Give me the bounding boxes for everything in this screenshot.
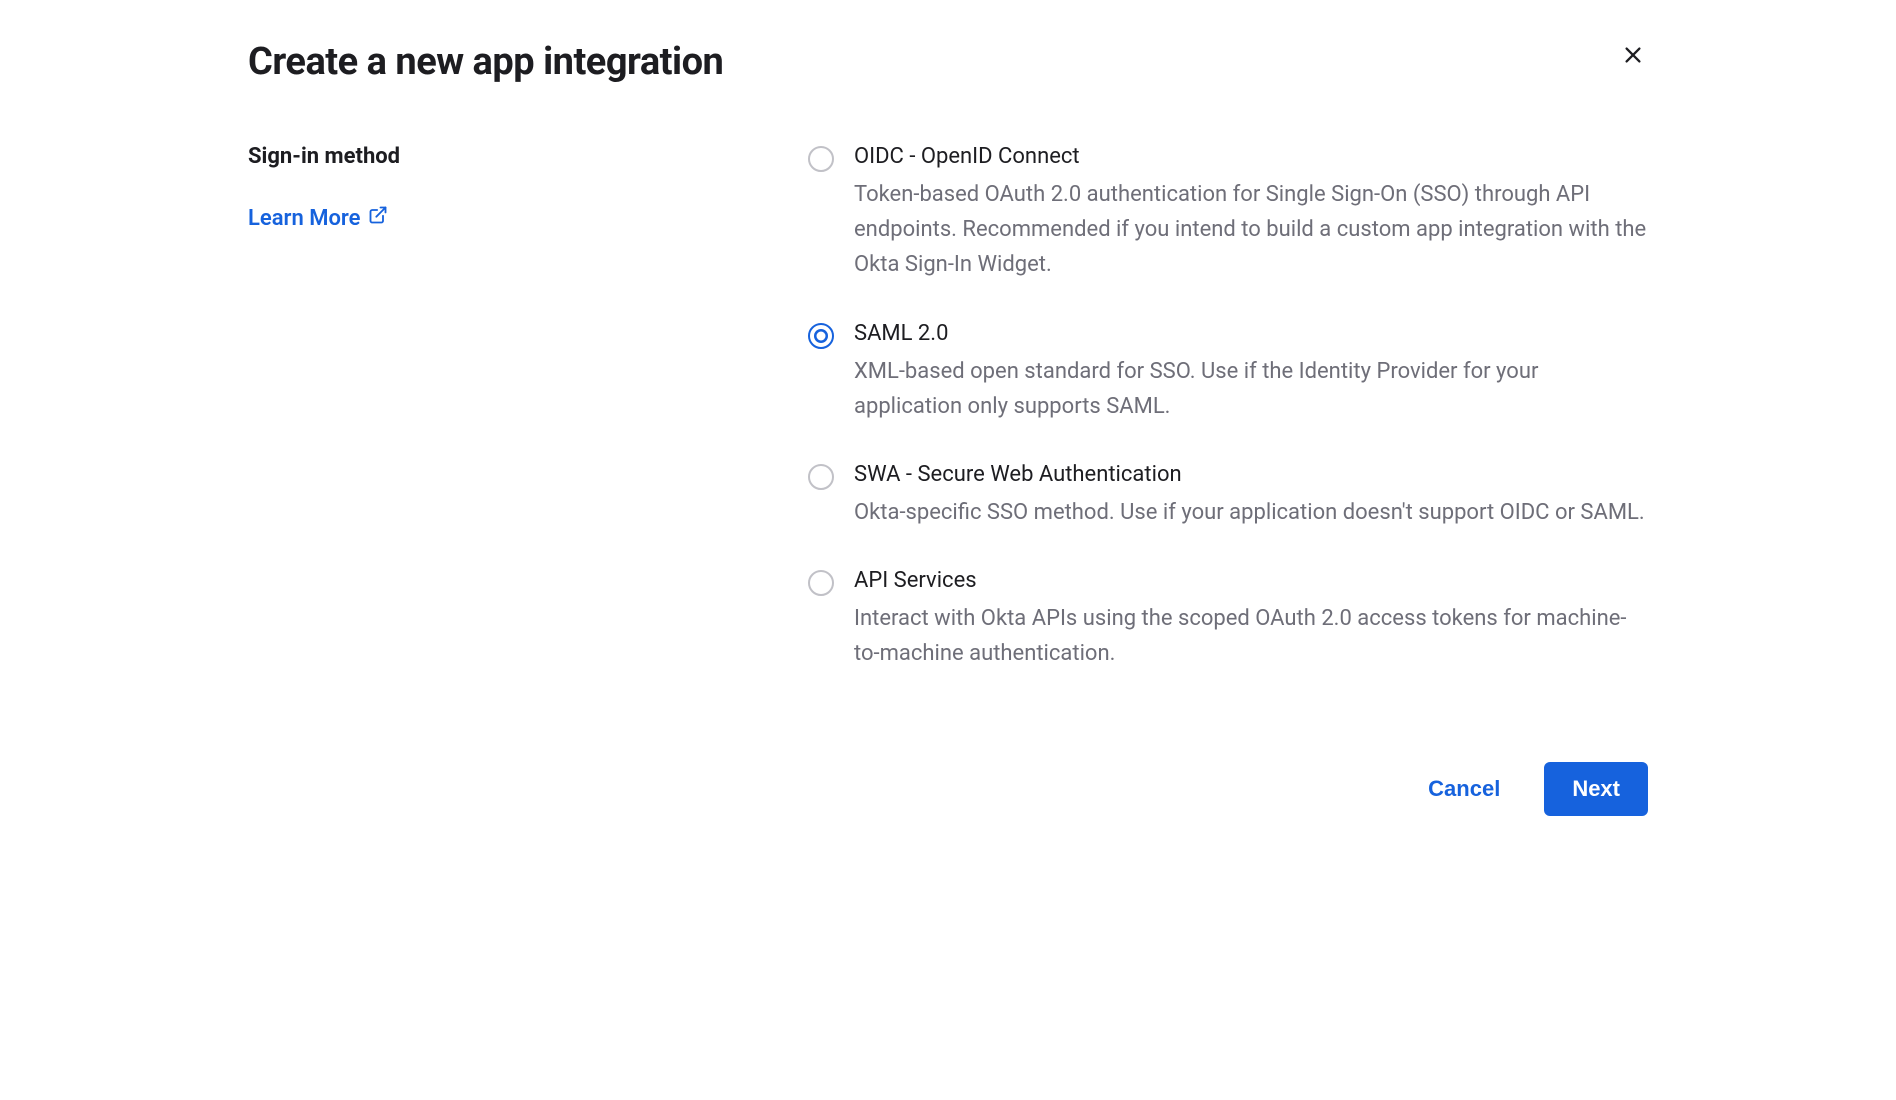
create-app-integration-dialog: Create a new app integration Sign-in met… (248, 40, 1648, 816)
radio-title: SAML 2.0 (854, 321, 1648, 346)
radio-text: OIDC - OpenID Connect Token-based OAuth … (854, 144, 1648, 283)
dialog-title: Create a new app integration (248, 40, 1648, 84)
left-column: Sign-in method Learn More (248, 144, 808, 672)
radio-option-saml[interactable]: SAML 2.0 XML-based open standard for SSO… (808, 321, 1648, 424)
cancel-button[interactable]: Cancel (1420, 764, 1508, 814)
section-label: Sign-in method (248, 144, 768, 169)
radio-option-oidc[interactable]: OIDC - OpenID Connect Token-based OAuth … (808, 144, 1648, 283)
radio-text: API Services Interact with Okta APIs usi… (854, 568, 1648, 671)
radio-title: API Services (854, 568, 1648, 593)
radio-description: Token-based OAuth 2.0 authentication for… (854, 177, 1648, 283)
radio-option-swa[interactable]: SWA - Secure Web Authentication Okta-spe… (808, 462, 1648, 530)
radio-indicator (808, 464, 834, 490)
radio-text: SAML 2.0 XML-based open standard for SSO… (854, 321, 1648, 424)
learn-more-link[interactable]: Learn More (248, 205, 388, 231)
signin-method-radio-group: OIDC - OpenID Connect Token-based OAuth … (808, 144, 1648, 672)
dialog-content: Sign-in method Learn More OIDC - Open (248, 144, 1648, 672)
radio-description: Interact with Okta APIs using the scoped… (854, 601, 1648, 671)
radio-indicator (808, 146, 834, 172)
radio-description: Okta-specific SSO method. Use if your ap… (854, 495, 1648, 530)
radio-description: XML-based open standard for SSO. Use if … (854, 354, 1648, 424)
radio-inner-dot (814, 329, 828, 343)
radio-title: OIDC - OpenID Connect (854, 144, 1648, 169)
close-button[interactable] (1618, 40, 1648, 73)
radio-text: SWA - Secure Web Authentication Okta-spe… (854, 462, 1648, 530)
radio-indicator (808, 323, 834, 349)
radio-option-api-services[interactable]: API Services Interact with Okta APIs usi… (808, 568, 1648, 671)
right-column: OIDC - OpenID Connect Token-based OAuth … (808, 144, 1648, 672)
close-icon (1622, 54, 1644, 69)
radio-indicator (808, 570, 834, 596)
learn-more-label: Learn More (248, 206, 360, 231)
radio-title: SWA - Secure Web Authentication (854, 462, 1648, 487)
external-link-icon (368, 205, 388, 231)
next-button[interactable]: Next (1544, 762, 1648, 816)
dialog-footer: Cancel Next (248, 762, 1648, 816)
